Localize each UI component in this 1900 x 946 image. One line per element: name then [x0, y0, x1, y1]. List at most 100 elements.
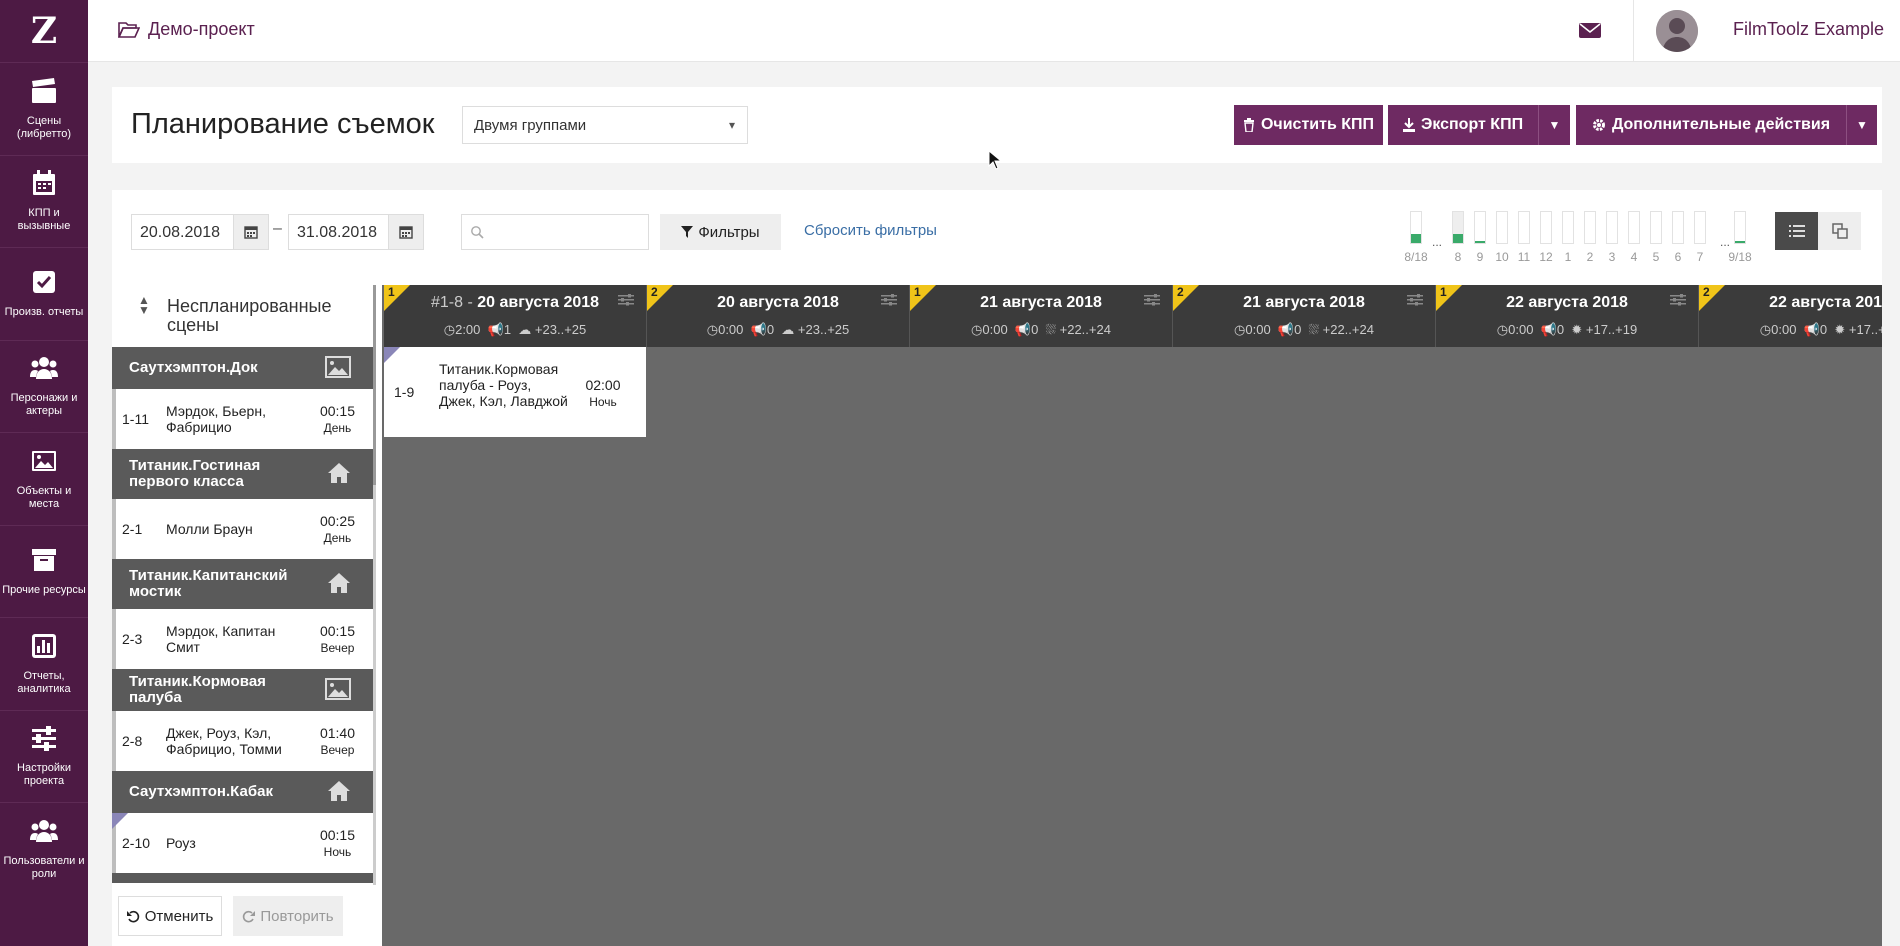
reset-filters-link[interactable]: Сбросить фильтры	[804, 222, 937, 239]
clapperboard-icon	[32, 77, 56, 103]
sidebar-item-scenes[interactable]: Сцены (либретто)	[0, 62, 88, 155]
day-calls: 0	[1556, 322, 1565, 337]
day-load-bar[interactable]	[1496, 211, 1508, 244]
day-column-header[interactable]: 1 #1-8 - 20 августа 2018 ◷2:00 📢1 ☁ +23.…	[384, 285, 647, 347]
download-icon	[1402, 118, 1415, 132]
settings-sliders-icon[interactable]	[618, 294, 634, 306]
sidebar-item-characters[interactable]: Персонажи и актеры	[0, 339, 88, 433]
day-time: 0:00	[1245, 322, 1271, 337]
more-actions-label: Дополнительные действия	[1611, 116, 1831, 133]
sidebar-item-reports[interactable]: Произв. отчеты	[0, 247, 88, 340]
sidebar-item-analytics[interactable]: Отчеты, аналитика	[0, 617, 88, 710]
settings-sliders-icon[interactable]	[1670, 294, 1686, 306]
scene-duration-value: 00:15	[319, 827, 355, 843]
image-icon	[325, 678, 351, 700]
day-load-bar[interactable]	[1734, 211, 1746, 244]
day-load-bar[interactable]	[1650, 211, 1662, 244]
sort-icon[interactable]: ▲ ▼	[138, 294, 150, 316]
more-actions-dropdown-toggle[interactable]: ▼	[1846, 105, 1877, 145]
mail-icon[interactable]	[1578, 18, 1602, 42]
day-load-bar[interactable]	[1628, 211, 1640, 244]
day-column-header[interactable]: 2 22 августа 2018 ◷0:00 📢0 ✹ +17..+19	[1699, 285, 1882, 347]
scene-time-of-day: Ночь	[589, 395, 617, 409]
sidebar-item-users[interactable]: Пользователи и роли	[0, 802, 88, 895]
scene-item[interactable]: 2-8 Джек, Роуз, Кэл, Фабрицио, Томми 01:…	[112, 711, 373, 771]
calendar-icon	[33, 170, 55, 196]
day-time: 0:00	[718, 322, 744, 337]
night-corner-icon	[384, 347, 400, 363]
day-prefix: #1-8 -	[430, 294, 473, 311]
more-actions-button[interactable]: Дополнительные действия	[1576, 105, 1846, 145]
day-load-bar[interactable]	[1518, 211, 1530, 244]
undo-label: Отменить	[144, 907, 214, 925]
app-logo[interactable]: Z	[0, 0, 88, 62]
scene-item[interactable]: 2-10 Роуз 00:15 Ночь	[112, 813, 373, 873]
scheduled-scene-card[interactable]: 1-9 Титаник.Кормовая палуба - Роуз, Джек…	[384, 347, 646, 437]
scene-item[interactable]: 1-11 Мэрдок, Бьерн, Фабрицио 00:15 День	[112, 389, 373, 449]
day-title: 21 августа 2018	[910, 294, 1172, 312]
day-date: 20 августа 2018	[717, 294, 839, 311]
day-stats: ◷0:00 📢0 ✹ +17..+19	[1496, 322, 1638, 337]
sidebar-item-label: Произв. отчеты	[4, 306, 84, 319]
location-name: Титаник.Кормовая палуба	[129, 673, 266, 706]
day-load-bar[interactable]	[1474, 211, 1486, 244]
day-load-bar[interactable]	[1606, 211, 1618, 244]
user-name[interactable]: FilmToolz Example	[1733, 19, 1884, 40]
day-calls: 1	[503, 322, 512, 337]
day-column-header[interactable]: 2 20 августа 2018 ◷0:00 📢0 ☁ +23..+25	[647, 285, 910, 347]
trash-icon	[1243, 118, 1254, 132]
settings-sliders-icon[interactable]	[1144, 294, 1160, 306]
undo-button[interactable]: Отменить	[118, 896, 222, 936]
scene-description: Мэрдок, Капитан Смит	[166, 623, 276, 655]
list-view-button[interactable]	[1775, 212, 1818, 250]
day-column-header[interactable]: 1 21 августа 2018 ◷0:00 📢0 ⛆ +22..+24	[910, 285, 1173, 347]
day-load-label: 7	[1696, 250, 1704, 264]
mode-select[interactable]: Двумя группами ▾	[462, 106, 748, 144]
settings-sliders-icon[interactable]	[881, 294, 897, 306]
day-load-bar[interactable]	[1562, 211, 1574, 244]
day-column-header[interactable]: 1 22 августа 2018 ◷0:00 📢0 ✹ +17..+19	[1436, 285, 1699, 347]
clear-callsheet-label: Очистить КПП	[1260, 116, 1375, 133]
scene-description: Роуз	[166, 835, 196, 851]
project-link[interactable]: Демо-проект	[118, 19, 255, 40]
day-load-bar[interactable]	[1452, 211, 1464, 244]
rain-cloud-icon: ⛆	[1045, 322, 1056, 337]
sidebar-item-label: Персонажи и актеры	[10, 392, 78, 418]
sidebar-item-label: Прочие ресурсы	[2, 583, 86, 596]
cloud-icon: ☁	[518, 322, 532, 337]
day-load-bar[interactable]	[1410, 211, 1422, 244]
day-load-bar[interactable]	[1584, 211, 1596, 244]
avatar[interactable]	[1656, 10, 1698, 52]
day-load-bar[interactable]	[1540, 211, 1552, 244]
image-icon	[32, 450, 56, 471]
day-load-bar[interactable]	[1672, 211, 1684, 244]
sidebar-item-callsheets[interactable]: КПП и вызывные	[0, 154, 88, 248]
day-load-bar[interactable]	[1694, 211, 1706, 244]
date-to-calendar-button[interactable]	[388, 214, 424, 250]
user-silhouette-icon	[1656, 10, 1698, 52]
date-from-input[interactable]: 20.08.2018	[131, 214, 235, 250]
day-column-header[interactable]: 2 21 августа 2018 ◷0:00 📢0 ⛆ +22..+24	[1173, 285, 1436, 347]
date-from-calendar-button[interactable]	[233, 214, 269, 250]
scrollbar-thumb[interactable]	[373, 285, 376, 485]
day-load-label: 8/18	[1404, 250, 1428, 264]
export-dropdown-toggle[interactable]: ▼	[1538, 105, 1570, 145]
night-corner-icon	[112, 813, 128, 829]
search-input[interactable]	[461, 214, 649, 250]
scene-item[interactable]: 2-3 Мэрдок, Капитан Смит 00:15 Вечер	[112, 609, 373, 669]
scene-item[interactable]: 2-1 Молли Браун 00:25 День	[112, 499, 373, 559]
date-to-input[interactable]: 31.08.2018	[288, 214, 390, 250]
sidebar-item-resources[interactable]: Прочие ресурсы	[0, 524, 88, 618]
filters-button[interactable]: Фильтры	[660, 214, 781, 250]
grid-view-button[interactable]	[1818, 212, 1861, 250]
day-date: 22 августа 2018	[1506, 294, 1628, 311]
sidebar-item-locations[interactable]: Объекты и места	[0, 432, 88, 525]
settings-sliders-icon[interactable]	[1407, 294, 1423, 306]
sidebar-item-settings[interactable]: Настройки проекта	[0, 709, 88, 803]
redo-button[interactable]: Повторить	[233, 896, 343, 936]
export-callsheet-button[interactable]: Экспорт КПП	[1388, 105, 1538, 145]
day-date: 22 августа 2018	[1769, 294, 1882, 311]
chevron-down-icon: ▼	[1548, 118, 1561, 132]
clone-icon	[1831, 223, 1848, 239]
clear-callsheet-button[interactable]: Очистить КПП	[1234, 105, 1383, 145]
